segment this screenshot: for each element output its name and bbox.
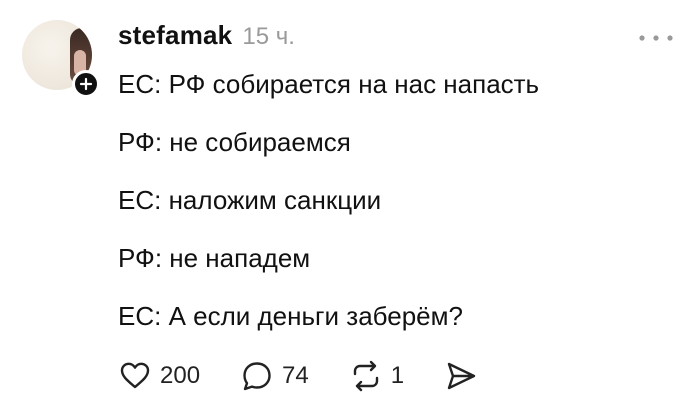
avatar-container[interactable]: [22, 20, 100, 98]
post-body: ЕС: РФ собирается на нас напасть РФ: не …: [118, 66, 539, 356]
action-bar: 200 74 1: [118, 356, 518, 396]
plus-icon: [79, 77, 93, 91]
post-line: ЕС: РФ собирается на нас напасть: [118, 69, 540, 99]
post-timestamp: 15 ч.: [242, 23, 295, 50]
like-button[interactable]: 200: [118, 359, 200, 393]
reply-count: 74: [282, 362, 309, 389]
post-line: ЕС: А если деньги заберём?: [118, 301, 463, 331]
post-card: stefamak 15 ч. ЕС: РФ собирается на нас …: [0, 0, 700, 417]
speech-bubble-icon: [243, 362, 271, 391]
follow-button[interactable]: [72, 70, 100, 98]
post-header: stefamak 15 ч.: [118, 20, 295, 56]
post-line: РФ: не нападем: [118, 243, 311, 273]
share-button[interactable]: [444, 359, 478, 393]
repost-count: 1: [390, 362, 405, 389]
heart-icon: [120, 362, 150, 389]
repost-icon: [353, 360, 378, 392]
post-line: ЕС: наложим санкции: [118, 185, 382, 215]
post-line: РФ: не собираемся: [118, 127, 351, 157]
more-dots-icon[interactable]: [636, 32, 676, 44]
like-count: 200: [160, 362, 201, 389]
username-link[interactable]: stefamak: [118, 20, 232, 51]
send-icon: [447, 362, 476, 390]
reply-button[interactable]: 74: [240, 359, 309, 393]
repost-button[interactable]: 1: [349, 359, 404, 393]
